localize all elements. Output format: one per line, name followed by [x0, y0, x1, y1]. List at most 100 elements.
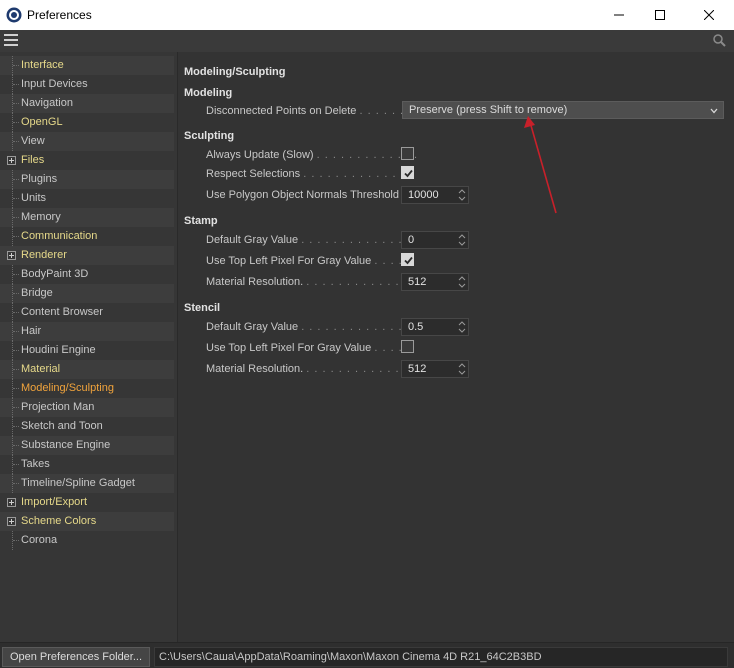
disconnected-points-text: Disconnected Points on Delete [206, 105, 357, 117]
tree-branch [13, 103, 19, 104]
stencil-resolution-dots: . . . . . . . . . . . . . . [306, 363, 416, 375]
sidebar-item-label: OpenGL [21, 116, 63, 128]
respect-selections-text: Respect Selections [206, 168, 301, 180]
stamp-top-left-dots: . . . . [374, 255, 403, 267]
stencil-top-left-checkbox[interactable] [401, 340, 414, 353]
sidebar-item-plugins[interactable]: Plugins [0, 170, 174, 189]
stamp-resolution-label: Material Resolution. . . . . . . . . . .… [206, 276, 416, 288]
sidebar-item-timeline-spline-gadget[interactable]: Timeline/Spline Gadget [0, 474, 174, 493]
expand-icon[interactable] [7, 156, 16, 165]
sidebar-item-label: Renderer [21, 249, 67, 261]
stencil-top-left-label: Use Top Left Pixel For Gray Value . . . … [206, 342, 403, 354]
stamp-default-gray-stepper[interactable]: 0 [401, 231, 469, 249]
sidebar-item-label: Memory [21, 211, 61, 223]
sidebar-item-label: View [21, 135, 45, 147]
tree-branch [13, 445, 19, 446]
minimize-button[interactable] [596, 0, 642, 30]
tree-branch [13, 426, 19, 427]
stepper-arrows-icon[interactable] [458, 362, 466, 376]
sidebar-item-sketch-and-toon[interactable]: Sketch and Toon [0, 417, 174, 436]
section-stamp-title: Stamp [184, 215, 218, 227]
bottom-bar: Open Preferences Folder... C:\Users\Саша… [0, 642, 734, 668]
sidebar-item-label: Bridge [21, 287, 53, 299]
stamp-top-left-label: Use Top Left Pixel For Gray Value . . . … [206, 255, 403, 267]
sidebar-item-projection-man[interactable]: Projection Man [0, 398, 174, 417]
stencil-resolution-value: 512 [408, 363, 427, 375]
sidebar-item-label: BodyPaint 3D [21, 268, 89, 280]
sidebar-item-houdini-engine[interactable]: Houdini Engine [0, 341, 174, 360]
tree-branch [13, 84, 19, 85]
respect-selections-checkbox[interactable] [401, 166, 414, 179]
sidebar-item-label: Scheme Colors [21, 515, 97, 527]
window-title: Preferences [27, 8, 92, 22]
title-bar: Preferences [0, 0, 734, 30]
maximize-button[interactable] [637, 0, 683, 30]
respect-selections-label: Respect Selections . . . . . . . . . . .… [206, 168, 413, 180]
stencil-resolution-stepper[interactable]: 512 [401, 360, 469, 378]
sidebar-item-input-devices[interactable]: Input Devices [0, 75, 174, 94]
sidebar-item-renderer[interactable]: Renderer [0, 246, 174, 265]
tree-branch [13, 179, 19, 180]
checkmark-icon [404, 169, 413, 178]
sidebar-item-takes[interactable]: Takes [0, 455, 174, 474]
sidebar-item-bridge[interactable]: Bridge [0, 284, 174, 303]
stepper-arrows-icon[interactable] [458, 188, 466, 202]
sidebar-item-hair[interactable]: Hair [0, 322, 174, 341]
open-preferences-folder-button[interactable]: Open Preferences Folder... [2, 647, 150, 667]
stamp-resolution-stepper[interactable]: 512 [401, 273, 469, 291]
stencil-default-gray-label: Default Gray Value . . . . . . . . . . .… [206, 321, 419, 333]
stencil-default-gray-stepper[interactable]: 0.5 [401, 318, 469, 336]
tree-branch [13, 388, 19, 389]
preferences-sidebar: Interface Input Devices Navigation OpenGL Vi… [0, 52, 178, 642]
stepper-arrows-icon[interactable] [458, 320, 466, 334]
sidebar-item-label: Substance Engine [21, 439, 111, 451]
sidebar-item-scheme-colors[interactable]: Scheme Colors [0, 512, 174, 531]
normals-threshold-value: 10000 [408, 189, 439, 201]
stepper-arrows-icon[interactable] [458, 275, 466, 289]
sidebar-item-memory[interactable]: Memory [0, 208, 174, 227]
sidebar-item-material[interactable]: Material [0, 360, 174, 379]
search-icon[interactable] [711, 33, 727, 49]
sidebar-item-interface[interactable]: Interface [0, 56, 174, 75]
normals-threshold-stepper[interactable]: 10000 [401, 186, 469, 204]
stencil-default-gray-text: Default Gray Value [206, 321, 299, 333]
sidebar-item-communication[interactable]: Communication [0, 227, 174, 246]
expand-icon[interactable] [7, 498, 16, 507]
stamp-top-left-checkbox[interactable] [401, 253, 414, 266]
page-title: Modeling/Sculpting [184, 66, 286, 78]
normals-threshold-label: Use Polygon Object Normals Threshold [206, 189, 399, 201]
sidebar-item-content-browser[interactable]: Content Browser [0, 303, 174, 322]
close-button[interactable] [686, 0, 732, 30]
expand-icon[interactable] [7, 517, 16, 526]
sidebar-item-bodypaint-3d[interactable]: BodyPaint 3D [0, 265, 174, 284]
preferences-path-field[interactable]: C:\Users\Саша\AppData\Roaming\Maxon\Maxo… [154, 647, 728, 667]
stencil-default-gray-value: 0.5 [408, 321, 424, 333]
tree-branch [13, 217, 19, 218]
stamp-resolution-dots: . . . . . . . . . . . . . . [306, 276, 416, 288]
disconnected-points-dropdown[interactable]: Preserve (press Shift to remove) [402, 101, 724, 119]
sidebar-item-files[interactable]: Files [0, 151, 174, 170]
sidebar-item-corona[interactable]: Corona [0, 531, 174, 550]
tree-branch [13, 122, 19, 123]
chevron-down-icon [710, 108, 718, 114]
menu-icon[interactable] [4, 34, 18, 46]
sidebar-item-navigation[interactable]: Navigation [0, 94, 174, 113]
section-modeling-title: Modeling [184, 87, 233, 99]
sidebar-item-label: Sketch and Toon [21, 420, 103, 432]
stencil-resolution-text: Material Resolution. [206, 363, 304, 375]
tree-branch [13, 65, 19, 66]
sidebar-item-import-export[interactable]: Import/Export [0, 493, 174, 512]
stamp-default-gray-text: Default Gray Value [206, 234, 299, 246]
always-update-checkbox[interactable] [401, 147, 414, 160]
stepper-arrows-icon[interactable] [458, 233, 466, 247]
stamp-default-gray-label: Default Gray Value . . . . . . . . . . .… [206, 234, 419, 246]
toolbar [0, 30, 734, 52]
sidebar-item-modeling-sculpting[interactable]: Modeling/Sculpting [0, 379, 174, 398]
sidebar-item-view[interactable]: View [0, 132, 174, 151]
expand-icon[interactable] [7, 251, 16, 260]
tree-branch [13, 464, 19, 465]
sidebar-item-units[interactable]: Units [0, 189, 174, 208]
sidebar-item-substance-engine[interactable]: Substance Engine [0, 436, 174, 455]
stamp-top-left-text: Use Top Left Pixel For Gray Value [206, 255, 372, 267]
sidebar-item-opengl[interactable]: OpenGL [0, 113, 174, 132]
